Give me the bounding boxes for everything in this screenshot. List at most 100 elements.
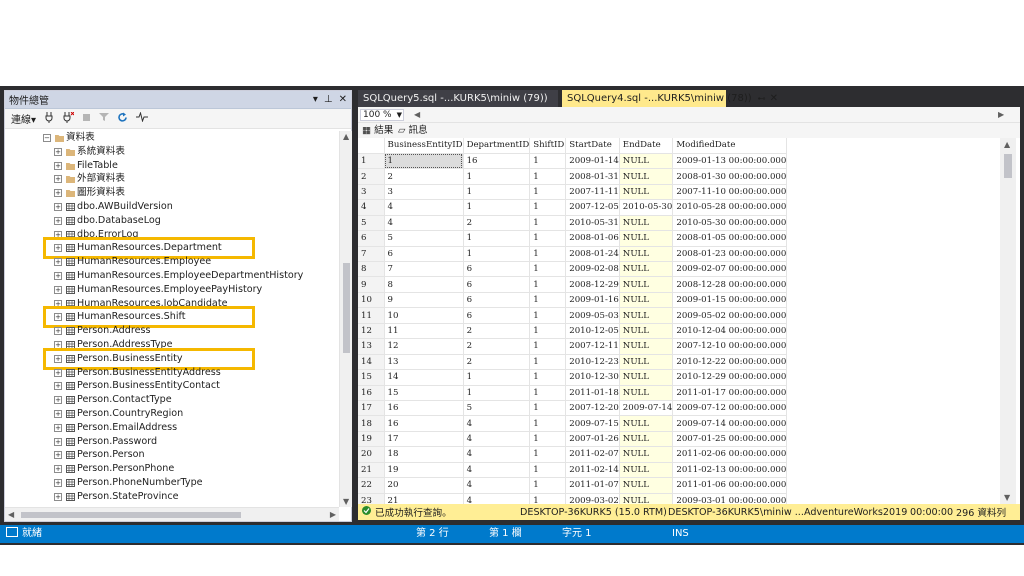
table-cell[interactable]: 1 bbox=[529, 276, 567, 293]
filter-icon[interactable] bbox=[99, 112, 110, 125]
table-cell[interactable]: 1 bbox=[384, 153, 464, 170]
table-cell[interactable]: 2009-07-12 00:00:00.000 bbox=[672, 400, 788, 417]
tree-node[interactable]: + Person.StateProvince bbox=[5, 490, 339, 504]
table-cell[interactable]: 2007-12-20 bbox=[565, 400, 620, 417]
column-header[interactable]: StartDate bbox=[565, 138, 620, 154]
row-number[interactable]: 11 bbox=[358, 307, 385, 324]
table-cell[interactable]: 6 bbox=[463, 292, 531, 309]
table-cell[interactable]: 6 bbox=[384, 246, 464, 263]
expand-icon[interactable]: + bbox=[54, 327, 62, 336]
table-cell[interactable]: 4 bbox=[384, 199, 464, 216]
table-cell[interactable]: 2009-05-02 00:00:00.000 bbox=[672, 307, 788, 324]
row-number[interactable]: 4 bbox=[358, 199, 385, 216]
table-cell[interactable]: 2007-12-11 bbox=[565, 338, 620, 355]
table-cell[interactable]: 12 bbox=[384, 338, 464, 355]
column-header[interactable]: ShiftID bbox=[529, 138, 567, 154]
table-cell[interactable]: 2009-07-15 bbox=[565, 415, 620, 432]
table-cell[interactable]: 1 bbox=[529, 446, 567, 463]
table-cell[interactable]: 15 bbox=[384, 385, 464, 401]
disconnect-icon[interactable] bbox=[62, 111, 75, 126]
expand-icon[interactable]: + bbox=[54, 216, 62, 225]
column-header[interactable]: EndDate bbox=[619, 138, 674, 154]
table-cell[interactable]: 4 bbox=[463, 462, 531, 479]
row-number[interactable]: 22 bbox=[358, 477, 385, 494]
table-cell[interactable]: 2009-01-13 00:00:00.000 bbox=[672, 153, 788, 170]
table-row[interactable]: 4 4 1 1 2007-12-05 2010-05-30 2010-05-28 00:00… bbox=[358, 199, 788, 216]
row-number[interactable]: 12 bbox=[358, 323, 385, 340]
scroll-up-icon[interactable]: ▲ bbox=[1004, 140, 1010, 149]
table-cell[interactable]: 5 bbox=[463, 400, 531, 417]
table-cell[interactable]: 1 bbox=[529, 168, 567, 185]
table-row[interactable]: 11 10 6 1 2009-05-03 NULL 2009-05-02 00:00:00.… bbox=[358, 307, 788, 324]
table-cell[interactable]: 1 bbox=[463, 369, 531, 386]
scroll-thumb[interactable] bbox=[343, 263, 350, 353]
tree-node[interactable]: + Person.Address bbox=[5, 324, 339, 338]
close-icon[interactable]: ✕ bbox=[339, 94, 347, 105]
table-cell[interactable]: 2007-12-05 bbox=[565, 199, 620, 216]
table-cell[interactable]: 20 bbox=[384, 477, 464, 494]
table-cell[interactable]: 2008-01-06 bbox=[565, 230, 620, 247]
table-cell[interactable]: 1 bbox=[529, 292, 567, 309]
window-position-icon[interactable]: ▾ bbox=[313, 94, 318, 105]
row-number[interactable]: 3 bbox=[358, 184, 385, 201]
table-cell[interactable]: 2011-01-18 bbox=[565, 385, 620, 401]
table-cell[interactable]: 2009-07-14 bbox=[619, 400, 674, 417]
expand-icon[interactable]: + bbox=[54, 478, 62, 487]
expand-icon[interactable]: + bbox=[54, 147, 62, 156]
table-cell[interactable]: 1 bbox=[463, 230, 531, 247]
table-cell[interactable]: NULL bbox=[619, 323, 674, 340]
expand-icon[interactable]: + bbox=[54, 189, 62, 198]
tab-messages[interactable]: ▱ 訊息 bbox=[398, 124, 428, 137]
table-cell[interactable]: 1 bbox=[529, 385, 567, 401]
table-cell[interactable]: 2008-01-24 bbox=[565, 246, 620, 263]
table-cell[interactable]: NULL bbox=[619, 292, 674, 309]
table-cell[interactable]: NULL bbox=[619, 431, 674, 448]
table-cell[interactable]: NULL bbox=[619, 215, 674, 232]
table-cell[interactable]: 2010-12-22 00:00:00.000 bbox=[672, 354, 788, 371]
table-cell[interactable]: 2007-01-25 00:00:00.000 bbox=[672, 431, 788, 448]
tree-node[interactable]: + Person.PersonPhone bbox=[5, 462, 339, 476]
table-cell[interactable]: 2009-01-14 bbox=[565, 153, 620, 170]
table-cell[interactable]: 19 bbox=[384, 462, 464, 479]
table-cell[interactable]: 2010-12-05 bbox=[565, 323, 620, 340]
tab-sqlquery5[interactable]: SQLQuery5.sql -...KURK5\miniw (79)) bbox=[358, 90, 558, 107]
table-cell[interactable]: 2010-05-31 bbox=[565, 215, 620, 232]
expand-icon[interactable]: + bbox=[54, 202, 62, 211]
expand-icon[interactable]: + bbox=[54, 271, 62, 280]
table-cell[interactable]: 14 bbox=[384, 369, 464, 386]
tree-vertical-scrollbar[interactable]: ▲ ▼ bbox=[339, 131, 352, 507]
scroll-right-icon[interactable]: ▶ bbox=[998, 110, 1004, 119]
tree-node[interactable]: − 資料表 bbox=[5, 131, 339, 145]
table-cell[interactable]: 2009-01-15 00:00:00.000 bbox=[672, 292, 788, 309]
expand-icon[interactable]: + bbox=[54, 423, 62, 432]
table-cell[interactable]: 18 bbox=[384, 446, 464, 463]
table-cell[interactable]: 1 bbox=[529, 199, 567, 216]
table-cell[interactable]: NULL bbox=[619, 338, 674, 355]
table-cell[interactable]: 1 bbox=[529, 415, 567, 432]
table-cell[interactable]: 5 bbox=[384, 230, 464, 247]
table-cell[interactable]: 2011-01-07 bbox=[565, 477, 620, 494]
row-number[interactable]: 20 bbox=[358, 446, 385, 463]
table-cell[interactable]: 2010-05-30 00:00:00.000 bbox=[672, 215, 788, 232]
table-cell[interactable]: 1 bbox=[529, 261, 567, 278]
table-cell[interactable]: 2007-11-11 bbox=[565, 184, 620, 201]
table-cell[interactable]: 16 bbox=[463, 153, 531, 170]
table-row[interactable]: 2 2 1 1 2008-01-31 NULL 2008-01-30 00:00:00.00… bbox=[358, 168, 788, 185]
row-number[interactable]: 6 bbox=[358, 230, 385, 247]
table-cell[interactable]: 1 bbox=[529, 369, 567, 386]
table-cell[interactable]: 2010-12-23 bbox=[565, 354, 620, 371]
table-cell[interactable]: 1 bbox=[529, 400, 567, 417]
table-cell[interactable]: 2011-01-06 00:00:00.000 bbox=[672, 477, 788, 494]
table-cell[interactable]: NULL bbox=[619, 153, 674, 170]
tree-node[interactable]: + HumanResources.Employee bbox=[5, 255, 339, 269]
table-cell[interactable]: NULL bbox=[619, 184, 674, 201]
table-row[interactable]: 20 18 4 1 2011-02-07 NULL 2011-02-06 00:00:00.… bbox=[358, 446, 788, 463]
table-cell[interactable]: NULL bbox=[619, 354, 674, 371]
stop-icon[interactable] bbox=[82, 113, 91, 125]
table-cell[interactable]: 6 bbox=[463, 261, 531, 278]
table-row[interactable]: 22 20 4 1 2011-01-07 NULL 2011-01-06 00:00:00.… bbox=[358, 477, 788, 494]
tree-node[interactable]: + dbo.DatabaseLog bbox=[5, 214, 339, 228]
table-cell[interactable]: 1 bbox=[529, 477, 567, 494]
table-cell[interactable]: NULL bbox=[619, 462, 674, 479]
table-cell[interactable]: NULL bbox=[619, 261, 674, 278]
